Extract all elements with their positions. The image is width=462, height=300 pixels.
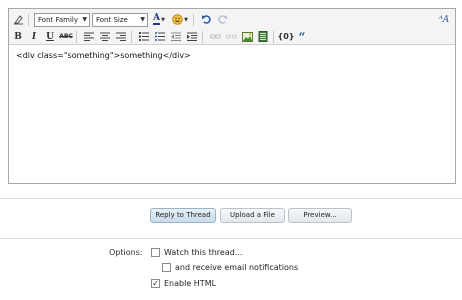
options-label: Options:	[109, 248, 143, 257]
toolbar-row-2: B I U ABC {0} “	[9, 28, 455, 45]
font-color-button[interactable]: A ▼	[150, 13, 168, 27]
enable-html-checkbox[interactable]: ✓	[151, 279, 160, 288]
undo-icon[interactable]	[199, 13, 213, 27]
outdent-icon[interactable]	[169, 30, 183, 44]
rich-text-editor: Font Family ▼ Font Size ▼ A ▼ ▼ ᴬA B I U…	[8, 8, 456, 184]
chevron-down-icon: ▼	[82, 15, 87, 23]
upload-file-button[interactable]: Upload a File	[220, 208, 285, 223]
align-left-icon[interactable]	[82, 30, 96, 44]
font-size-value: Font Size	[96, 15, 128, 24]
strikethrough-icon[interactable]: ABC	[59, 30, 73, 44]
divider	[0, 198, 462, 199]
remove-format-icon[interactable]	[11, 13, 25, 27]
smiley-button[interactable]: ▼	[170, 13, 190, 27]
unlink-icon[interactable]	[224, 30, 238, 44]
media-icon[interactable]	[256, 30, 270, 44]
align-right-icon[interactable]	[114, 30, 128, 44]
smiley-icon	[172, 14, 183, 25]
font-family-value: Font Family	[38, 15, 78, 24]
ordered-list-icon[interactable]	[137, 30, 151, 44]
preview-button[interactable]: Preview...	[288, 208, 352, 223]
editor-content-area[interactable]: <div class="something">something</div>	[9, 46, 455, 183]
underline-icon[interactable]: U	[43, 30, 57, 44]
align-center-icon[interactable]	[98, 30, 112, 44]
indent-icon[interactable]	[185, 30, 199, 44]
chevron-down-icon: ▼	[140, 15, 145, 23]
toolbar-separator	[273, 30, 274, 43]
bold-icon[interactable]: B	[11, 30, 25, 44]
redo-icon[interactable]	[215, 13, 229, 27]
email-notifications-checkbox[interactable]	[162, 263, 171, 272]
reply-to-thread-button[interactable]: Reply to Thread	[150, 208, 216, 223]
font-size-select[interactable]: Font Size ▼	[92, 12, 148, 27]
unordered-list-icon[interactable]	[153, 30, 167, 44]
image-icon[interactable]	[240, 30, 254, 44]
divider	[0, 238, 462, 239]
italic-icon[interactable]: I	[27, 30, 41, 44]
watch-thread-label: Watch this thread...	[164, 248, 243, 257]
code-icon[interactable]: {0}	[278, 30, 295, 44]
toolbar-separator	[202, 30, 203, 43]
quote-icon[interactable]: “	[295, 30, 309, 44]
toolbar-separator	[76, 30, 77, 43]
font-color-icon: A	[153, 13, 161, 25]
toolbar-separator	[131, 30, 132, 43]
wysiwyg-toggle-icon[interactable]: ᴬA	[437, 13, 451, 27]
checkmark-icon: ✓	[152, 279, 159, 288]
font-family-select[interactable]: Font Family ▼	[34, 12, 90, 27]
toolbar-separator	[28, 13, 29, 26]
editor-text: <div class="something">something</div>	[16, 51, 191, 60]
editor-toolbar: Font Family ▼ Font Size ▼ A ▼ ▼ ᴬA B I U…	[9, 9, 455, 45]
toolbar-separator	[193, 13, 194, 26]
link-icon[interactable]	[208, 30, 222, 44]
toolbar-row-1: Font Family ▼ Font Size ▼ A ▼ ▼ ᴬA	[9, 11, 455, 28]
watch-thread-checkbox[interactable]	[151, 248, 160, 257]
email-notifications-label: and receive email notifications	[175, 263, 299, 272]
enable-html-label: Enable HTML	[164, 279, 217, 288]
